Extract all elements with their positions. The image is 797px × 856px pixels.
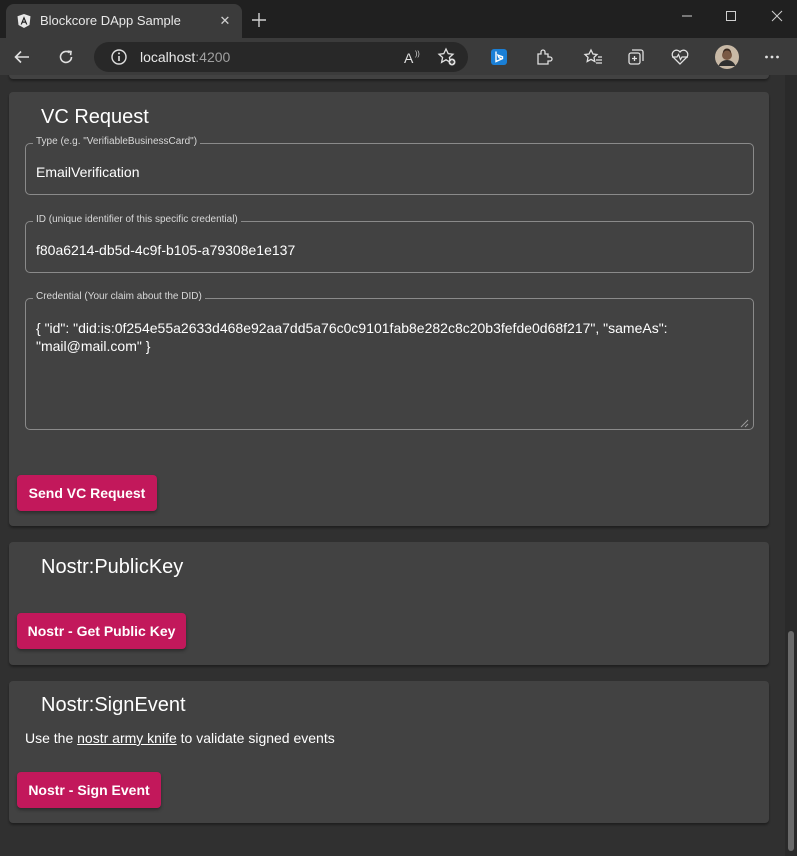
credential-field-label: Credential (Your claim about the DID) xyxy=(33,291,205,302)
read-aloud-icon[interactable]: A)) xyxy=(402,46,424,68)
browser-essentials-icon[interactable] xyxy=(669,46,691,68)
angular-logo-icon xyxy=(16,13,32,29)
svg-text:A: A xyxy=(404,50,414,66)
refresh-icon[interactable] xyxy=(55,46,77,68)
scrollbar-thumb[interactable] xyxy=(788,631,794,851)
id-field[interactable]: ID (unique identifier of this specific c… xyxy=(25,214,754,273)
nostr-army-knife-link[interactable]: nostr army knife xyxy=(77,730,177,746)
id-field-label: ID (unique identifier of this specific c… xyxy=(33,214,241,225)
collections-icon[interactable] xyxy=(625,46,647,68)
vc-request-title: VC Request xyxy=(41,106,149,128)
browser-tab-bar: Blockcore DApp Sample ✕ xyxy=(0,0,797,38)
get-public-key-button[interactable]: Nostr - Get Public Key xyxy=(17,613,186,649)
type-field[interactable]: Type (e.g. "VerifiableBusinessCard") Ema… xyxy=(25,136,754,195)
page-scrollbar[interactable] xyxy=(785,75,797,856)
url-text: localhost:4200 xyxy=(140,49,231,65)
credential-textarea[interactable]: Credential (Your claim about the DID) { … xyxy=(25,291,754,430)
favorites-icon[interactable] xyxy=(582,46,604,68)
add-favorite-icon[interactable] xyxy=(436,46,458,68)
minimize-icon[interactable] xyxy=(677,8,697,24)
id-field-value[interactable]: f80a6214-db5d-4c9f-b105-a79308e1e137 xyxy=(36,242,295,258)
nostr-sign-event-title: Nostr:SignEvent xyxy=(41,694,186,716)
maximize-icon[interactable] xyxy=(721,8,741,24)
type-field-label: Type (e.g. "VerifiableBusinessCard") xyxy=(33,136,201,147)
page-viewport: VC Request Type (e.g. "VerifiableBusines… xyxy=(0,75,785,856)
extensions-icon[interactable] xyxy=(533,46,555,68)
more-icon[interactable] xyxy=(761,46,783,68)
profile-avatar[interactable] xyxy=(714,44,740,70)
bing-icon[interactable] xyxy=(488,46,510,68)
svg-text:)): )) xyxy=(415,51,420,58)
browser-toolbar: localhost:4200 A)) xyxy=(0,38,797,75)
tab-title: Blockcore DApp Sample xyxy=(40,13,181,28)
plus-icon[interactable] xyxy=(248,9,270,31)
send-vc-request-button[interactable]: Send VC Request xyxy=(17,475,157,511)
sign-event-button[interactable]: Nostr - Sign Event xyxy=(17,772,161,808)
close-icon[interactable]: ✕ xyxy=(217,13,233,29)
type-field-value[interactable]: EmailVerification xyxy=(36,164,140,180)
credential-field-value[interactable]: { "id": "did:is:0f254e55a2633d468e92aa7d… xyxy=(36,319,736,355)
vc-request-card: VC Request Type (e.g. "VerifiableBusines… xyxy=(9,92,769,526)
browser-tab[interactable]: Blockcore DApp Sample ✕ xyxy=(6,4,242,38)
address-bar[interactable]: localhost:4200 A)) xyxy=(94,42,468,72)
previous-card xyxy=(9,75,769,79)
nostr-public-key-title: Nostr:PublicKey xyxy=(41,556,184,578)
window-close-icon[interactable] xyxy=(767,8,787,24)
nostr-sign-event-card: Nostr:SignEvent Use the nostr army knife… xyxy=(9,681,769,823)
resize-grip-icon[interactable] xyxy=(739,415,749,428)
nostr-public-key-card: Nostr:PublicKey Nostr - Get Public Key xyxy=(9,542,769,665)
back-icon[interactable] xyxy=(11,46,33,68)
info-icon[interactable] xyxy=(108,46,130,68)
sign-event-description: Use the nostr army knife to validate sig… xyxy=(25,730,335,746)
